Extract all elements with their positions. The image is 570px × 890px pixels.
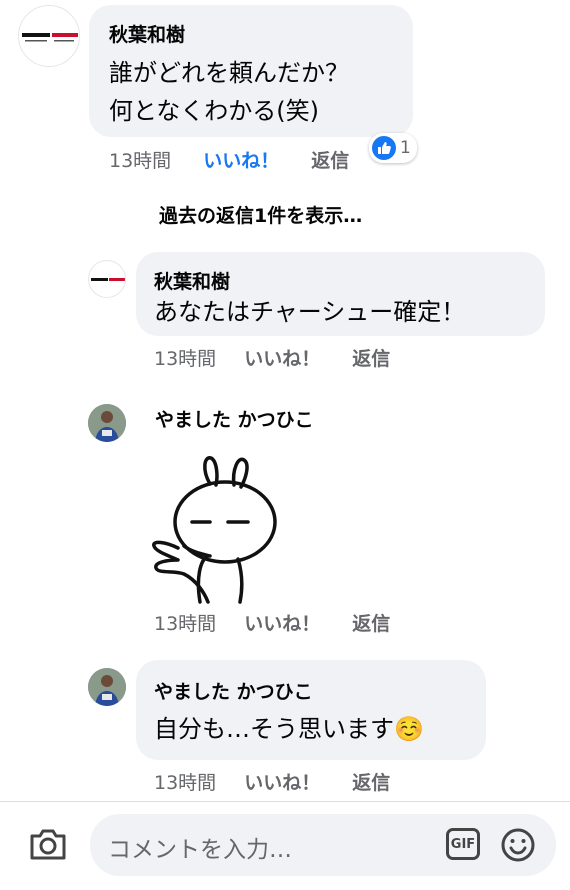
like-button[interactable]: いいね！ [203,150,279,172]
lexus-toyota-logo [91,278,125,281]
comment-time[interactable]: 13時間 [154,613,216,635]
emoji-icon[interactable] [500,827,536,863]
reaction-count-number: 1 [400,138,411,158]
comment-meta: 13時間 いいね！ 返信 [154,768,390,795]
avatar[interactable] [88,260,126,298]
comment-bubble[interactable]: やました かつひこ 自分も…そう思います☺️ [136,660,486,760]
comment-input[interactable]: コメントを入力… GIF [90,814,556,876]
gif-label: GIF [450,836,476,852]
comment-meta: 13時間 いいね！ 返信 [154,344,390,371]
avatar[interactable] [18,5,80,67]
view-previous-replies-link[interactable]: 過去の返信1件を表示… [159,201,362,228]
comment-author[interactable]: やました かつひこ [155,405,314,432]
comment-author[interactable]: 秋葉和樹 [154,267,230,294]
comment-author[interactable]: やました かつひこ [154,677,313,704]
avatar[interactable] [88,668,126,706]
like-button[interactable]: いいね！ [244,772,320,794]
gif-icon[interactable]: GIF [446,828,480,860]
reply-button[interactable]: 返信 [352,613,390,635]
reaction-count[interactable]: 1 [369,133,417,163]
reply-button[interactable]: 返信 [352,772,390,794]
comment-time[interactable]: 13時間 [109,150,171,172]
rabbit-sticker [152,456,277,604]
comment-bubble[interactable]: 秋葉和樹 あなたはチャーシュー確定！ [136,252,545,336]
comment-composer-bar: コメントを入力… GIF [0,801,570,890]
person-photo-icon [88,404,126,442]
comment-meta: 13時間 いいね！ 返信 [109,146,349,173]
lexus-toyota-logo [22,33,78,42]
thumbs-up-icon [372,136,396,160]
reply-button[interactable]: 返信 [311,150,349,172]
avatar[interactable] [88,404,126,442]
like-button[interactable]: いいね！ [244,348,320,370]
camera-icon[interactable] [28,826,68,862]
comment-input-placeholder: コメントを入力… [108,837,292,863]
reply-button[interactable]: 返信 [352,348,390,370]
comment-time[interactable]: 13時間 [154,348,216,370]
comment-text-line: 誰がどれを頼んだか？ [109,59,349,87]
comment-text-line: 何となくわかる(笑) [109,97,320,125]
comment-author[interactable]: 秋葉和樹 [109,20,185,47]
comment-meta: 13時間 いいね！ 返信 [154,609,390,636]
comment-time[interactable]: 13時間 [154,772,216,794]
person-photo-icon [88,668,126,706]
comment-text-line: 自分も…そう思います☺️ [154,715,424,743]
like-button[interactable]: いいね！ [244,613,320,635]
comment-bubble[interactable]: 秋葉和樹 誰がどれを頼んだか？ 何となくわかる(笑) [89,5,413,137]
comment-text-line: あなたはチャーシュー確定！ [154,298,466,326]
